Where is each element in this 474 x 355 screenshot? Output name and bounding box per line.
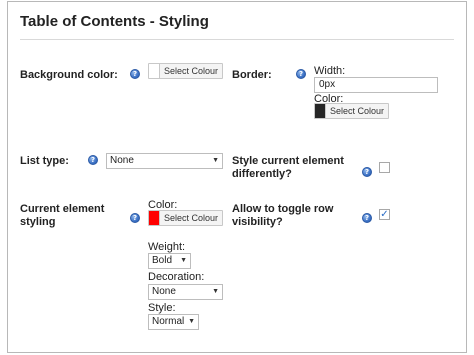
chevron-down-icon: ▼ xyxy=(212,157,219,164)
toggle-visibility-label-line1: Allow to toggle row xyxy=(232,203,334,215)
current-styling-label-line1: Current element xyxy=(20,203,105,215)
decoration-value: None xyxy=(152,286,176,297)
toggle-visibility-label: Allow to toggle row visibility? xyxy=(232,203,333,229)
weight-select[interactable]: Bold ▼ xyxy=(148,253,191,269)
chevron-down-icon: ▼ xyxy=(188,318,195,325)
help-icon[interactable]: ? xyxy=(362,213,372,223)
help-icon[interactable]: ? xyxy=(130,69,140,79)
styling-panel: Table of Contents - Styling Background c… xyxy=(7,1,467,353)
weight-value: Bold xyxy=(152,255,173,266)
background-select-colour-button[interactable]: Select Colour xyxy=(160,64,222,78)
list-type-label: List type: xyxy=(20,155,69,167)
style-current-label-line2: differently? xyxy=(232,168,292,180)
decoration-select[interactable]: None ▼ xyxy=(148,284,223,300)
background-color-picker[interactable]: Select Colour xyxy=(148,63,223,79)
checkmark-icon: ✓ xyxy=(380,209,389,220)
list-type-value: None xyxy=(110,155,134,166)
style-value: Normal xyxy=(152,316,185,327)
style-current-checkbox[interactable] xyxy=(379,162,390,173)
border-color-picker[interactable]: Select Colour xyxy=(314,103,389,119)
current-color-swatch xyxy=(149,211,160,225)
current-select-colour-button[interactable]: Select Colour xyxy=(160,211,222,225)
decoration-label: Decoration: xyxy=(148,271,205,283)
current-styling-label-line2: styling xyxy=(20,216,56,228)
help-icon[interactable]: ? xyxy=(362,167,372,177)
background-color-swatch xyxy=(149,64,160,78)
border-width-input[interactable]: 0px xyxy=(314,77,438,93)
style-current-label-line1: Style current element xyxy=(232,155,344,167)
toggle-visibility-label-line2: visibility? xyxy=(232,216,283,228)
style-current-label: Style current element differently? xyxy=(232,155,344,181)
style-select[interactable]: Normal ▼ xyxy=(148,314,199,330)
current-color-picker[interactable]: Select Colour xyxy=(148,210,223,226)
help-icon[interactable]: ? xyxy=(88,155,98,165)
panel-title: Table of Contents - Styling xyxy=(20,13,209,30)
chevron-down-icon: ▼ xyxy=(180,257,187,264)
help-icon[interactable]: ? xyxy=(130,213,140,223)
toggle-visibility-checkbox[interactable]: ✓ xyxy=(379,209,390,220)
current-styling-label: Current element styling xyxy=(20,203,104,229)
help-icon[interactable]: ? xyxy=(296,69,306,79)
border-label: Border: xyxy=(232,69,272,81)
border-color-swatch xyxy=(315,104,326,118)
background-color-label: Background color: xyxy=(20,69,118,81)
list-type-select[interactable]: None ▼ xyxy=(106,153,223,169)
border-select-colour-button[interactable]: Select Colour xyxy=(326,104,388,118)
title-divider xyxy=(20,39,454,40)
chevron-down-icon: ▼ xyxy=(212,288,219,295)
